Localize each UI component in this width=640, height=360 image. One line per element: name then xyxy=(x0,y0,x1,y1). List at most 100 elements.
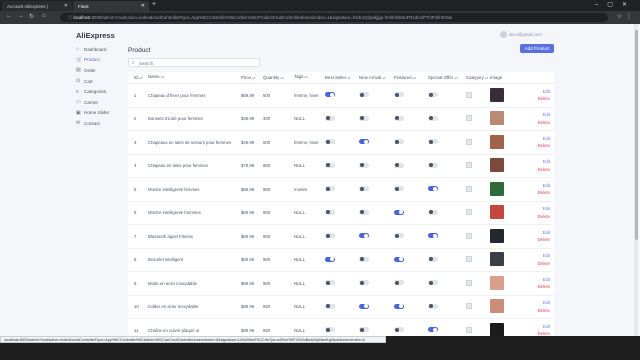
product-thumbnail[interactable] xyxy=(490,228,504,243)
best-seller-toggle[interactable] xyxy=(325,92,335,98)
sidebar-item-product[interactable]: 🛒 Product xyxy=(76,55,136,66)
new-arrival-toggle[interactable] xyxy=(359,139,369,145)
scrollbar-thumb[interactable] xyxy=(634,30,638,240)
sidebar-item-carrier[interactable]: ▭ Carrier xyxy=(76,97,136,108)
featured-toggle[interactable] xyxy=(394,162,404,168)
product-thumbnail[interactable] xyxy=(490,181,504,196)
special-offer-toggle[interactable] xyxy=(428,280,438,286)
delete-link[interactable]: Delete xyxy=(524,213,550,221)
product-thumbnail[interactable] xyxy=(490,299,504,314)
new-arrival-toggle[interactable] xyxy=(359,280,369,286)
new-tab-icon[interactable]: + xyxy=(152,1,156,8)
best-seller-toggle[interactable] xyxy=(325,186,335,192)
window-controls[interactable]: ‒▢✕ xyxy=(595,1,636,8)
featured-toggle[interactable] xyxy=(394,209,404,215)
column-header-featured[interactable]: Featured▴▾ xyxy=(392,75,426,80)
delete-link[interactable]: Delete xyxy=(524,283,550,291)
extensions-icon[interactable]: ☆⋮ xyxy=(617,13,636,20)
product-thumbnail[interactable] xyxy=(490,252,504,267)
special-offer-toggle[interactable] xyxy=(428,115,438,121)
best-seller-toggle[interactable] xyxy=(325,115,335,121)
column-header-quantity[interactable]: Quantity▴▾ xyxy=(261,75,292,80)
edit-link[interactable]: Edit xyxy=(524,299,550,307)
back-icon[interactable]: ← xyxy=(6,13,12,19)
address-bar[interactable]: ⓘ localhost:8000/admin?crudAction=index&… xyxy=(60,13,608,22)
product-thumbnail[interactable] xyxy=(490,205,504,220)
product-thumbnail[interactable] xyxy=(490,134,504,149)
edit-link[interactable]: Edit xyxy=(524,252,550,260)
new-arrival-toggle[interactable] xyxy=(359,303,369,309)
edit-link[interactable]: Edit xyxy=(524,276,550,284)
featured-toggle[interactable] xyxy=(394,303,404,309)
new-arrival-toggle[interactable] xyxy=(359,327,369,333)
featured-toggle[interactable] xyxy=(394,233,404,239)
featured-toggle[interactable] xyxy=(394,280,404,286)
featured-toggle[interactable] xyxy=(394,115,404,121)
column-header-name[interactable]: Name▴▾ xyxy=(146,74,239,81)
browser-tab-flask[interactable]: Flask ✕ xyxy=(73,1,149,11)
featured-toggle[interactable] xyxy=(394,256,404,262)
best-seller-toggle[interactable] xyxy=(325,327,335,333)
best-seller-toggle[interactable] xyxy=(325,280,335,286)
brand-logo[interactable]: AliExpress xyxy=(76,31,115,40)
new-arrival-toggle[interactable] xyxy=(359,209,369,215)
edit-link[interactable]: Edit xyxy=(524,111,550,119)
search-input[interactable] xyxy=(139,60,249,66)
reload-icon[interactable]: ↻ xyxy=(29,13,34,20)
delete-link[interactable]: Delete xyxy=(524,260,550,268)
edit-link[interactable]: Edit xyxy=(524,135,550,143)
edit-link[interactable]: Edit xyxy=(524,158,550,166)
sidebar-item-dashboard[interactable]: ⌂ Dashboard xyxy=(76,44,136,55)
delete-link[interactable]: Delete xyxy=(524,236,550,244)
delete-link[interactable]: Delete xyxy=(524,307,550,315)
column-header-tags[interactable]: Tags▴▾ xyxy=(292,74,323,81)
add-product-button[interactable]: Add Product xyxy=(520,44,554,53)
delete-link[interactable]: Delete xyxy=(524,330,550,336)
column-header-special-offer[interactable]: Special Offer▴▾ xyxy=(426,75,464,80)
edit-link[interactable]: Edit xyxy=(524,88,550,96)
special-offer-toggle[interactable] xyxy=(428,256,438,262)
sidebar-item-home-slider[interactable]: ▣ Home Slider xyxy=(76,108,136,119)
edit-link[interactable]: Edit xyxy=(524,323,550,331)
featured-toggle[interactable] xyxy=(394,327,404,333)
featured-toggle[interactable] xyxy=(394,92,404,98)
column-header-new-arrival[interactable]: New Arrival▴▾ xyxy=(357,75,392,80)
new-arrival-toggle[interactable] xyxy=(359,233,369,239)
featured-toggle[interactable] xyxy=(394,139,404,145)
sidebar-item-contact[interactable]: ✉ Contact xyxy=(76,118,136,129)
product-thumbnail[interactable] xyxy=(490,275,504,290)
edit-link[interactable]: Edit xyxy=(524,229,550,237)
delete-link[interactable]: Delete xyxy=(524,166,550,174)
special-offer-toggle[interactable] xyxy=(428,209,438,215)
edit-link[interactable]: Edit xyxy=(524,182,550,190)
new-arrival-toggle[interactable] xyxy=(359,115,369,121)
new-arrival-toggle[interactable] xyxy=(359,92,369,98)
special-offer-toggle[interactable] xyxy=(428,327,438,333)
best-seller-toggle[interactable] xyxy=(325,233,335,239)
new-arrival-toggle[interactable] xyxy=(359,186,369,192)
sidebar-item-order[interactable]: ▤ Order xyxy=(76,65,136,76)
new-arrival-toggle[interactable] xyxy=(359,256,369,262)
product-thumbnail[interactable] xyxy=(490,158,504,173)
delete-link[interactable]: Delete xyxy=(524,189,550,197)
best-seller-toggle[interactable] xyxy=(325,139,335,145)
best-seller-toggle[interactable] xyxy=(325,303,335,309)
close-icon[interactable]: ✕ xyxy=(141,3,145,9)
special-offer-toggle[interactable] xyxy=(428,303,438,309)
special-offer-toggle[interactable] xyxy=(428,139,438,145)
edit-link[interactable]: Edit xyxy=(524,205,550,213)
column-header-price[interactable]: Price▴▾ xyxy=(239,75,261,80)
best-seller-toggle[interactable] xyxy=(325,209,335,215)
delete-link[interactable]: Delete xyxy=(524,95,550,103)
product-thumbnail[interactable] xyxy=(490,87,504,102)
user-menu[interactable]: alice@gmail.com xyxy=(500,31,542,38)
close-icon[interactable]: ✕ xyxy=(64,3,68,9)
featured-toggle[interactable] xyxy=(394,186,404,192)
special-offer-toggle[interactable] xyxy=(428,162,438,168)
page-scrollbar[interactable] xyxy=(634,24,638,336)
sidebar-item-cart[interactable]: ⊡ Cart xyxy=(76,76,136,87)
special-offer-toggle[interactable] xyxy=(428,92,438,98)
browser-tab-aliexpress[interactable]: Account AliExpress | ✕ xyxy=(2,1,72,11)
home-icon[interactable]: ⌂ xyxy=(42,13,46,19)
product-thumbnail[interactable] xyxy=(490,111,504,126)
